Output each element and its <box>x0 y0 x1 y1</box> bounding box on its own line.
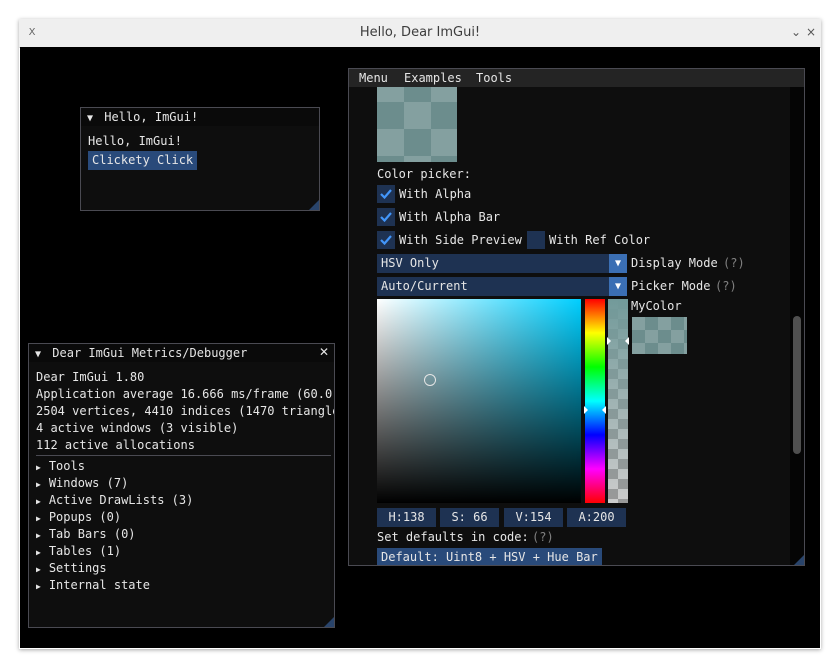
hello-window-header[interactable]: ▼ Hello, ImGui! <box>81 108 319 126</box>
checkmark-icon <box>380 189 392 200</box>
hue-marker-icon <box>602 406 606 414</box>
color-picker-label: Color picker: <box>377 167 471 181</box>
scrollbar-track[interactable] <box>790 87 804 565</box>
separator <box>36 455 331 456</box>
close-icon[interactable]: ✕ <box>319 345 329 359</box>
alpha-marker-icon <box>607 337 611 345</box>
with-alpha-bar-label: With Alpha Bar <box>399 210 501 224</box>
hello-window: ▼ Hello, ImGui! Hello, ImGui! Clickety C… <box>80 107 320 211</box>
metrics-window: ▼ Dear ImGui Metrics/Debugger ✕ Dear ImG… <box>28 343 335 628</box>
tree-item-tables[interactable]: ▶ Tables (1) <box>36 544 121 558</box>
chevron-down-icon[interactable]: ▼ <box>609 254 627 273</box>
display-mode-value: HSV Only <box>381 256 439 270</box>
window-title: Hello, Dear ImGui! <box>359 25 481 40</box>
imgui-canvas: ▼ Hello, ImGui! Hello, ImGui! Clickety C… <box>20 47 820 648</box>
scrollbar-thumb[interactable] <box>793 316 801 454</box>
collapse-triangle-icon[interactable]: ▼ <box>35 349 41 360</box>
tree-arrow-icon: ▶ <box>36 497 41 506</box>
metrics-window-header[interactable]: ▼ Dear ImGui Metrics/Debugger <box>29 344 334 362</box>
info-line: 112 active allocations <box>36 438 195 452</box>
display-mode-label: Display Mode <box>631 256 718 270</box>
with-alpha-label: With Alpha <box>399 187 472 201</box>
resize-grip-icon[interactable] <box>309 200 319 210</box>
clickety-click-button[interactable]: Clickety Click <box>88 151 198 170</box>
info-line: 4 active windows (3 visible) <box>36 421 239 435</box>
close-icon[interactable]: × <box>806 25 816 39</box>
menu-item-menu[interactable]: Menu <box>359 71 388 85</box>
hue-bar[interactable] <box>584 299 606 503</box>
checkmark-icon <box>380 235 392 246</box>
tree-item-settings[interactable]: ▶ Settings <box>36 561 107 575</box>
tree-arrow-icon: ▶ <box>36 565 41 574</box>
tree-arrow-icon: ▶ <box>36 531 41 540</box>
picker-mode-combo[interactable]: Auto/Current ▼ <box>377 277 627 296</box>
checkmark-icon <box>380 212 392 223</box>
tree-item-label: Windows (7) <box>48 476 129 490</box>
resize-grip-icon[interactable] <box>324 617 334 627</box>
hue-field[interactable]: H:138 <box>377 508 436 527</box>
tree-item-label: Tools <box>48 459 85 473</box>
chevron-down-icon[interactable]: ▼ <box>609 277 627 296</box>
info-line: Dear ImGui 1.80 <box>36 370 145 384</box>
tree-item-label: Settings <box>48 561 107 575</box>
color-preview-swatch[interactable] <box>377 87 457 162</box>
help-marker[interactable]: (?) <box>723 256 745 270</box>
window-titlebar[interactable]: X Hello, Dear ImGui! ⌄ × <box>19 19 821 48</box>
menu-bar: Menu Examples Tools <box>349 69 804 87</box>
tree-item-tab-bars[interactable]: ▶ Tab Bars (0) <box>36 527 136 541</box>
info-line: Application average 16.666 ms/frame (60.… <box>36 387 334 401</box>
tree-arrow-icon: ▶ <box>36 548 41 557</box>
mycolor-preview-swatch[interactable] <box>632 317 687 354</box>
tree-arrow-icon: ▶ <box>36 514 41 523</box>
menu-item-examples[interactable]: Examples <box>404 71 462 85</box>
minimize-icon[interactable]: ⌄ <box>791 25 801 39</box>
with-side-preview-label: With Side Preview <box>399 233 522 247</box>
resize-grip-icon[interactable] <box>794 555 804 565</box>
sv-square[interactable] <box>377 299 581 503</box>
collapse-triangle-icon[interactable]: ▼ <box>87 113 93 124</box>
tree-arrow-icon: ▶ <box>36 463 41 472</box>
tree-item-drawlists[interactable]: ▶ Active DrawLists (3) <box>36 493 193 507</box>
tree-arrow-icon: ▶ <box>36 582 41 591</box>
metrics-window-title: Dear ImGui Metrics/Debugger <box>52 346 248 360</box>
tree-item-label: Active DrawLists (3) <box>48 493 194 507</box>
display-mode-combo[interactable]: HSV Only ▼ <box>377 254 627 273</box>
tree-item-internal-state[interactable]: ▶ Internal state <box>36 578 150 592</box>
tree-item-label: Internal state <box>48 578 150 592</box>
tree-item-popups[interactable]: ▶ Popups (0) <box>36 510 121 524</box>
mycolor-label: MyColor <box>631 299 682 313</box>
value-field[interactable]: V:154 <box>504 508 563 527</box>
tree-item-tools[interactable]: ▶ Tools <box>36 459 85 473</box>
menu-item-tools[interactable]: Tools <box>476 71 512 85</box>
with-alpha-bar-checkbox[interactable] <box>377 208 395 226</box>
saturation-field[interactable]: S: 66 <box>440 508 499 527</box>
picker-mode-label: Picker Mode <box>631 279 711 293</box>
with-ref-color-label: With Ref Color <box>549 233 651 247</box>
picker-mode-value: Auto/Current <box>381 279 468 293</box>
help-marker[interactable]: (?) <box>532 530 554 544</box>
tree-item-label: Popups (0) <box>48 510 122 524</box>
tree-item-label: Tables (1) <box>48 544 122 558</box>
alpha-field[interactable]: A:200 <box>567 508 626 527</box>
tree-arrow-icon: ▶ <box>36 480 41 489</box>
help-marker[interactable]: (?) <box>715 279 737 293</box>
alpha-marker-icon <box>625 337 629 345</box>
alpha-bar[interactable] <box>607 299 629 503</box>
with-ref-color-checkbox[interactable] <box>527 231 545 249</box>
hue-marker-icon <box>584 406 588 414</box>
tree-item-windows[interactable]: ▶ Windows (7) <box>36 476 128 490</box>
set-defaults-label: Set defaults in code: <box>377 530 529 544</box>
with-side-preview-checkbox[interactable] <box>377 231 395 249</box>
demo-window: Menu Examples Tools Color picker: With A… <box>348 68 805 566</box>
with-alpha-checkbox[interactable] <box>377 185 395 203</box>
hello-window-title: Hello, ImGui! <box>104 110 199 124</box>
hello-text: Hello, ImGui! <box>88 134 182 148</box>
default-uint8-button[interactable]: Default: Uint8 + HSV + Hue Bar <box>377 548 602 565</box>
tree-item-label: Tab Bars (0) <box>48 527 136 541</box>
sv-cursor-icon[interactable] <box>424 374 436 386</box>
info-line: 2504 vertices, 4410 indices (1470 triang… <box>36 404 335 418</box>
os-window: X Hello, Dear ImGui! ⌄ × ▼ Hello, ImGui!… <box>19 19 821 649</box>
